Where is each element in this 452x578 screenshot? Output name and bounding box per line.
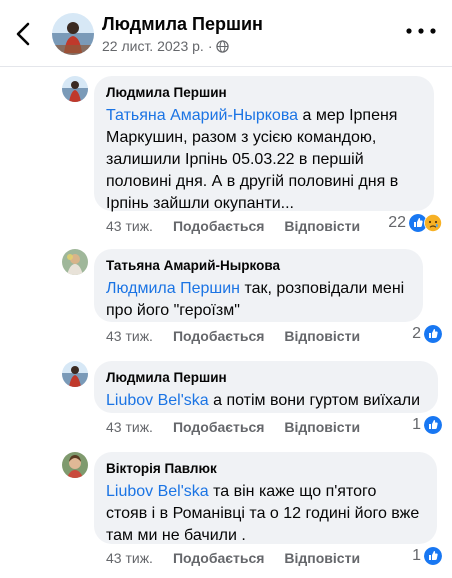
comment-text-line: там ми не бачили . <box>106 527 246 544</box>
more-options-icon[interactable] <box>404 26 438 36</box>
reaction-count: 1 <box>412 416 421 433</box>
comment-actions: 43 тиж. Подобається Відповісти <box>106 550 360 566</box>
comment-text-line: половині дня. А в другій половині дня в <box>106 173 399 190</box>
comment-text-line: а потім вони гуртом виїхали <box>208 392 421 409</box>
reply-action-button[interactable]: Відповісти <box>284 550 360 566</box>
reaction-summary[interactable]: 2 <box>412 325 442 343</box>
comment-author[interactable]: Татьяна Амарий-Ныркова <box>106 257 411 275</box>
post-meta: 22 лист. 2023 р. · <box>102 38 230 54</box>
post-date[interactable]: 22 лист. 2023 р. <box>102 38 204 54</box>
reply-action-button[interactable]: Відповісти <box>284 419 360 435</box>
mention-link[interactable]: Татьяна Амарий-Ныркова <box>106 107 298 124</box>
comment-bubble: Татьяна Амарий-Ныркова Людмила Першин та… <box>94 249 423 322</box>
reply-action-button[interactable]: Відповісти <box>284 328 360 344</box>
comment-bubble: Людмила Першин Liubov Bel'ska а потім во… <box>94 361 438 413</box>
comment-time[interactable]: 43 тиж. <box>106 419 153 435</box>
reaction-summary[interactable]: 22 <box>388 214 442 232</box>
back-arrow-icon[interactable] <box>14 22 34 46</box>
mention-link[interactable]: Людмила Першин <box>106 280 240 297</box>
comment-actions: 43 тиж. Подобається Відповісти <box>106 328 360 344</box>
reaction-summary[interactable]: 1 <box>412 547 442 565</box>
comment-actions: 43 тиж. Подобається Відповісти <box>106 419 360 435</box>
comment-author[interactable]: Вікторія Павлюк <box>106 460 425 478</box>
comment-time[interactable]: 43 тиж. <box>106 218 153 234</box>
comment-avatar[interactable] <box>62 452 88 478</box>
comment-text: Татьяна Амарий-Ныркова а мер Ірпеня Марк… <box>106 105 422 215</box>
comment-text-line: а мер Ірпеня <box>298 107 398 124</box>
mention-link[interactable]: Liubov Bel'ska <box>106 392 209 409</box>
post-header: Людмила Першин 22 лист. 2023 р. · <box>0 0 452 66</box>
comment-time[interactable]: 43 тиж. <box>106 328 153 344</box>
comment-text-line: залишили Ірпінь 05.03.22 в першій <box>106 151 364 168</box>
sad-icon <box>424 214 442 232</box>
comment-avatar[interactable] <box>62 361 88 387</box>
reaction-count: 1 <box>412 547 421 564</box>
header-divider <box>0 66 452 67</box>
like-action-button[interactable]: Подобається <box>173 419 264 435</box>
comment-author[interactable]: Людмила Першин <box>106 369 426 387</box>
comment-avatar[interactable] <box>62 249 88 275</box>
comment-bubble: Вікторія Павлюк Liubov Bel'ska та він ка… <box>94 452 437 544</box>
like-icon <box>424 325 442 343</box>
comment-avatar[interactable] <box>62 76 88 102</box>
like-icon <box>424 416 442 434</box>
meta-separator: · <box>207 38 213 54</box>
comment-text-line: Маркушин, разом з усією командою, <box>106 129 377 146</box>
comment-author[interactable]: Людмила Першин <box>106 84 422 102</box>
comment-text-line: про його "героїзм" <box>106 302 240 319</box>
comment-text: Людмила Першин так, розповідали мені про… <box>106 278 411 322</box>
author-avatar[interactable] <box>52 13 94 55</box>
like-action-button[interactable]: Подобається <box>173 328 264 344</box>
mention-link[interactable]: Liubov Bel'ska <box>106 483 209 500</box>
comment-text-line: та він каже що п'ятого <box>208 483 377 500</box>
post-author-name[interactable]: Людмила Першин <box>102 14 263 35</box>
comment-bubble: Людмила Першин Татьяна Амарий-Ныркова а … <box>94 76 434 212</box>
reaction-count: 2 <box>412 325 421 342</box>
reaction-count: 22 <box>388 214 406 231</box>
comment-text-line: Ірпінь зайшли окупанти... <box>106 195 294 212</box>
like-action-button[interactable]: Подобається <box>173 550 264 566</box>
comment-time[interactable]: 43 тиж. <box>106 550 153 566</box>
comment-text-line: стояв і в Романівці та о 12 годині його … <box>106 505 420 522</box>
reaction-summary[interactable]: 1 <box>412 416 442 434</box>
like-action-button[interactable]: Подобається <box>173 218 264 234</box>
comment-actions: 43 тиж. Подобається Відповісти <box>106 218 360 234</box>
like-icon <box>424 547 442 565</box>
comment-text: Liubov Bel'ska та він каже що п'ятого ст… <box>106 481 425 547</box>
globe-icon <box>216 39 230 53</box>
reply-action-button[interactable]: Відповісти <box>284 218 360 234</box>
comment-text-line: так, розповідали мені <box>240 280 405 297</box>
comment-text: Liubov Bel'ska а потім вони гуртом виїха… <box>106 390 426 412</box>
